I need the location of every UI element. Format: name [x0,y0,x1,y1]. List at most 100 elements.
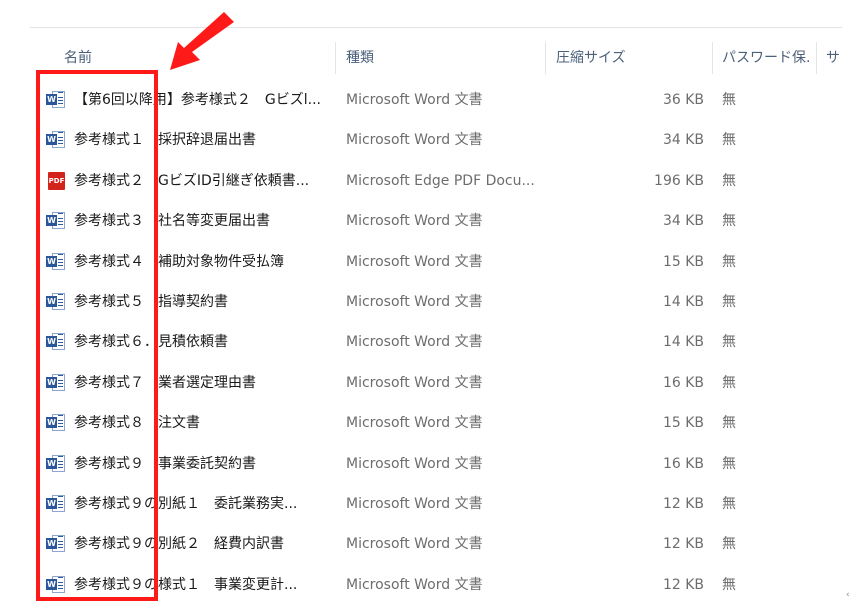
file-row[interactable]: W 参考様式９の別紙１ 委託業務実... Microsoft Word 文書 12 K… [0,484,853,524]
file-size-cell: 34 KB [662,132,704,149]
file-name-label: 参考様式７ 業者選定理由書 [74,374,256,391]
word-file-icon: W [46,333,66,351]
file-name-cell[interactable]: W 【第6回以降用】参考様式２ Gビズl... [46,80,328,120]
file-size-cell: 196 KB [654,172,704,189]
file-name-label: 参考様式８ 注文書 [74,415,200,432]
file-type-cell: Microsoft Word 文書 [346,536,483,553]
file-name-label: 参考様式３ 社名等変更届出書 [74,213,270,230]
file-row[interactable]: W 参考様式９ 事業委託契約書 Microsoft Word 文書 16 KB 無 [0,444,853,484]
file-type-cell: Microsoft Word 文書 [346,374,483,391]
file-name-cell[interactable]: W 参考様式９ 事業委託契約書 [46,444,328,484]
password-protected-cell: 無 [722,132,736,149]
column-divider[interactable] [335,42,336,74]
file-type-cell: Microsoft Word 文書 [346,132,483,149]
top-divider [30,27,842,28]
column-divider[interactable] [712,42,713,74]
password-protected-cell: 無 [722,576,736,593]
file-name-label: 参考様式９の別紙１ 委託業務実... [74,495,298,512]
file-type-cell: Microsoft Word 文書 [346,455,483,472]
column-divider[interactable] [545,42,546,74]
file-row[interactable]: W 参考様式９の別紙２ 経費内訳書 Microsoft Word 文書 12 KB 無 [0,524,853,564]
word-file-icon: W [46,373,66,392]
file-row[interactable]: PDF 参考様式２ GビズID引継ぎ依頼書... Microsoft Edge PD… [0,161,853,201]
file-name-cell[interactable]: W 参考様式１ 採択辞退届出書 [46,120,328,160]
word-file-icon: W [46,292,66,311]
file-row[interactable]: W 参考様式７ 業者選定理由書 Microsoft Word 文書 16 KB 無 [0,363,853,403]
file-type-cell: Microsoft Word 文書 [346,415,483,432]
word-file-icon: W [46,494,66,513]
word-file-icon: W [46,91,66,109]
column-header-name[interactable]: 名前 [64,40,264,76]
file-row[interactable]: W 参考様式８ 注文書 Microsoft Word 文書 15 KB 無 [0,403,853,443]
password-protected-cell: 無 [722,334,736,351]
file-name-label: 参考様式２ GビズID引継ぎ依頼書... [74,172,310,189]
word-file-icon: W [46,535,66,553]
file-type-cell: Microsoft Word 文書 [346,293,483,310]
password-protected-cell: 無 [722,374,736,391]
file-name-label: 参考様式９の様式１ 事業変更計... [74,576,298,593]
password-protected-cell: 無 [722,253,736,270]
column-header-row: 名前 種類 圧縮サイズ パスワード保... サ [0,40,853,76]
file-name-cell[interactable]: W 参考様式６．見積依頼書 [46,322,328,362]
password-protected-cell: 無 [722,92,736,108]
file-size-cell: 12 KB [662,576,704,593]
password-protected-cell: 無 [722,293,736,310]
column-header-type[interactable]: 種類 [346,40,536,76]
file-row[interactable]: W 参考様式１ 採択辞退届出書 Microsoft Word 文書 34 KB 無 [0,120,853,160]
word-file-icon: W [46,212,66,230]
file-name-cell[interactable]: W 参考様式７ 業者選定理由書 [46,363,328,403]
word-file-icon: W [46,252,66,271]
column-divider[interactable] [816,42,817,74]
file-row[interactable]: W 参考様式６．見積依頼書 Microsoft Word 文書 14 KB 無 [0,322,853,362]
password-protected-cell: 無 [722,213,736,230]
file-size-cell: 15 KB [662,253,704,270]
file-row[interactable]: W 【第6回以降用】参考様式２ Gビズl... Microsoft Word 文書 3… [0,80,853,120]
pdf-file-icon: PDF [46,171,66,190]
file-size-cell: 34 KB [662,213,704,230]
file-type-cell: Microsoft Word 文書 [346,92,483,108]
column-header-compressed-size[interactable]: 圧縮サイズ [556,40,696,76]
file-size-cell: 36 KB [662,92,704,108]
file-name-label: 参考様式６．見積依頼書 [74,334,228,351]
word-file-icon: W [46,575,66,594]
file-name-label: 参考様式５ 指導契約書 [74,293,228,310]
file-name-label: 参考様式４ 補助対象物件受払簿 [74,253,284,270]
file-size-cell: 16 KB [662,455,704,472]
file-name-cell[interactable]: W 参考様式９の別紙２ 経費内訳書 [46,524,328,564]
scroll-edge-marker[interactable]: ‹ [846,590,850,600]
file-row[interactable]: W 参考様式５ 指導契約書 Microsoft Word 文書 14 KB 無 [0,282,853,322]
file-type-cell: Microsoft Word 文書 [346,213,483,230]
password-protected-cell: 無 [722,455,736,472]
file-type-cell: Microsoft Word 文書 [346,334,483,351]
password-protected-cell: 無 [722,415,736,432]
file-type-cell: Microsoft Word 文書 [346,253,483,270]
file-size-cell: 14 KB [662,293,704,310]
file-size-cell: 12 KB [662,495,704,512]
file-type-cell: Microsoft Word 文書 [346,495,483,512]
file-name-cell[interactable]: W 参考様式９の別紙１ 委託業務実... [46,484,328,524]
file-row[interactable]: W 参考様式９の様式１ 事業変更計... Microsoft Word 文書 12 K… [0,565,853,605]
password-protected-cell: 無 [722,495,736,512]
file-size-cell: 15 KB [662,415,704,432]
column-header-password[interactable]: パスワード保... [722,40,812,76]
file-name-cell[interactable]: W 参考様式５ 指導契約書 [46,282,328,322]
file-name-cell[interactable]: PDF 参考様式２ GビズID引継ぎ依頼書... [46,161,328,201]
file-name-cell[interactable]: W 参考様式９の様式１ 事業変更計... [46,565,328,605]
file-list: W 【第6回以降用】参考様式２ Gビズl... Microsoft Word 文書 3… [0,80,853,605]
file-name-cell[interactable]: W 参考様式８ 注文書 [46,403,328,443]
word-file-icon: W [46,454,66,473]
file-name-cell[interactable]: W 参考様式４ 補助対象物件受払簿 [46,242,328,282]
file-name-label: 参考様式９の別紙２ 経費内訳書 [74,536,284,553]
password-protected-cell: 無 [722,172,736,189]
file-name-label: 【第6回以降用】参考様式２ Gビズl... [74,92,321,108]
file-type-cell: Microsoft Word 文書 [346,576,483,593]
file-size-cell: 14 KB [662,334,704,351]
column-header-extra[interactable]: サ [826,40,853,76]
file-name-cell[interactable]: W 参考様式３ 社名等変更届出書 [46,201,328,241]
file-row[interactable]: W 参考様式４ 補助対象物件受払簿 Microsoft Word 文書 15 KB 無 [0,242,853,282]
file-size-cell: 16 KB [662,374,704,391]
password-protected-cell: 無 [722,536,736,553]
file-size-cell: 12 KB [662,536,704,553]
file-row[interactable]: W 参考様式３ 社名等変更届出書 Microsoft Word 文書 34 KB 無 [0,201,853,241]
word-file-icon: W [46,414,66,432]
